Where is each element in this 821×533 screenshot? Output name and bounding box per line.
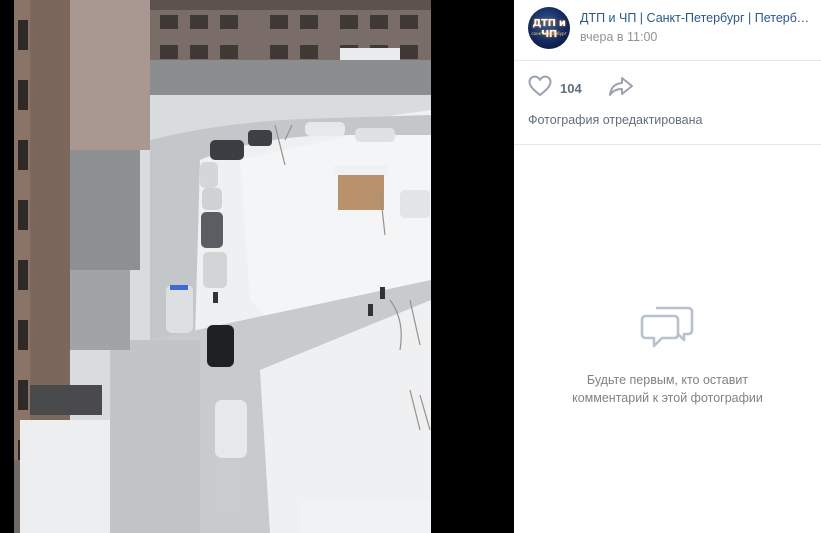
speech-bubbles-icon	[640, 300, 696, 350]
post-header: ДТП и ЧП санкт-петербург ДТП и ЧП | Санк…	[514, 0, 821, 60]
avatar-logo-text: ДТП и ЧП	[532, 18, 566, 40]
photo-viewer[interactable]	[0, 0, 514, 533]
share-button[interactable]	[608, 76, 636, 100]
side-panel: ДТП и ЧП санкт-петербург ДТП и ЧП | Санк…	[514, 0, 821, 533]
comments-empty-line1: Будьте первым, кто оставит	[586, 373, 749, 387]
comments-empty-text: Будьте первым, кто оставит комментарий к…	[514, 371, 821, 407]
like-count: 104	[560, 80, 582, 96]
avatar-logo-subtext: санкт-петербург	[531, 31, 567, 36]
header-divider	[514, 60, 821, 61]
comments-divider	[514, 144, 821, 145]
heart-outline-icon	[528, 75, 552, 102]
snowy-courtyard-photo	[14, 0, 431, 533]
comments-empty-state: Будьте первым, кто оставит комментарий к…	[514, 300, 821, 407]
like-button[interactable]: 104	[528, 75, 582, 102]
post-time-link[interactable]: вчера в 11:00	[580, 30, 657, 44]
group-avatar[interactable]: ДТП и ЧП санкт-петербург	[528, 7, 570, 49]
share-arrow-icon	[608, 77, 634, 102]
group-name-link[interactable]: ДТП и ЧП | Санкт-Петербург | Петербург	[580, 11, 810, 25]
edited-note: Фотография отредактирована	[528, 113, 703, 127]
comments-empty-line2: комментарий к этой фотографии	[572, 391, 763, 405]
